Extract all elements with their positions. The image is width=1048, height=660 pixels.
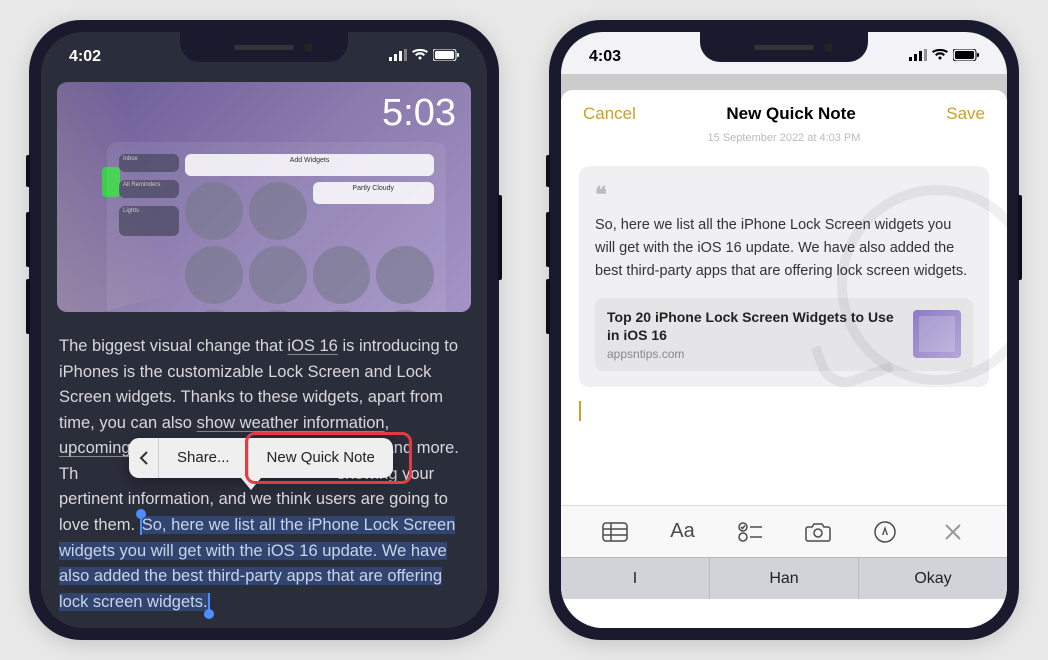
power-button xyxy=(1018,195,1022,280)
text-cursor xyxy=(579,401,581,421)
notch xyxy=(180,32,348,62)
phone-right: 4:03 Cancel New Quick Note Save 15 Septe… xyxy=(549,20,1019,640)
camera-icon[interactable] xyxy=(803,517,833,547)
widget-lights: Lights xyxy=(119,206,179,236)
wifi-icon xyxy=(412,48,428,66)
link-upcoming[interactable]: upcoming xyxy=(59,439,131,457)
keyboard-suggestions: I Han Okay xyxy=(561,557,1007,599)
link-preview[interactable]: Top 20 iPhone Lock Screen Widgets to Use… xyxy=(595,298,973,372)
note-toolbar: Aa xyxy=(561,505,1007,557)
article-hero-image: 5:03 Inbox All Reminders Lights Add Widg… xyxy=(57,82,471,312)
widget-circle xyxy=(313,246,371,304)
link-weather[interactable]: show weather information xyxy=(197,414,385,432)
note-date: 15 September 2022 at 4:03 PM xyxy=(561,132,1007,150)
widget-circle xyxy=(249,182,307,240)
screen-quick-note: 4:03 Cancel New Quick Note Save 15 Septe… xyxy=(561,32,1007,628)
widget-reminders: All Reminders xyxy=(119,180,179,198)
markup-icon[interactable] xyxy=(870,517,900,547)
widget-circle xyxy=(185,182,243,240)
widget-inbox: Inbox xyxy=(119,154,179,172)
quote-card: ❝ So, here we list all the iPhone Lock S… xyxy=(579,166,989,387)
volume-up xyxy=(26,212,30,267)
widget-add-widgets: Add Widgets xyxy=(185,154,434,176)
widget-circle xyxy=(185,310,243,313)
mute-switch xyxy=(546,155,550,187)
widget-circle xyxy=(249,246,307,304)
volume-down xyxy=(546,279,550,334)
selection-handle-end[interactable] xyxy=(208,593,210,611)
battery-icon xyxy=(953,48,979,66)
link-domain: appsntips.com xyxy=(607,347,901,361)
signal-icon xyxy=(909,48,927,66)
article-body[interactable]: The biggest visual change that iOS 16 is… xyxy=(41,320,487,628)
screen-article: 4:02 5:03 Inbox All Reminders Lights Add… xyxy=(41,32,487,628)
save-button[interactable]: Save xyxy=(946,104,985,124)
quick-note-modal: Cancel New Quick Note Save 15 September … xyxy=(561,90,1007,628)
note-editor[interactable]: ❝ So, here we list all the iPhone Lock S… xyxy=(561,150,1007,505)
widget-circle xyxy=(249,310,307,313)
side-buttons-left xyxy=(26,155,30,346)
link-thumbnail xyxy=(913,310,961,358)
highlight-annotation xyxy=(245,432,412,484)
status-time: 4:02 xyxy=(69,48,101,66)
phone-left: 4:02 5:03 Inbox All Reminders Lights Add… xyxy=(29,20,499,640)
widget-weather: Partly Cloudy xyxy=(313,182,435,204)
status-time: 4:03 xyxy=(589,48,621,66)
side-buttons-left xyxy=(546,155,550,346)
battery-icon xyxy=(433,48,459,66)
context-menu-share[interactable]: Share... xyxy=(159,438,249,478)
quote-icon: ❝ xyxy=(595,182,973,208)
hero-time: 5:03 xyxy=(382,92,456,135)
checklist-icon[interactable] xyxy=(735,517,765,547)
modal-nav-bar: Cancel New Quick Note Save xyxy=(561,90,1007,134)
table-icon[interactable] xyxy=(600,517,630,547)
widget-circle xyxy=(376,310,434,313)
power-button xyxy=(498,195,502,280)
volume-down xyxy=(26,279,30,334)
format-icon[interactable]: Aa xyxy=(667,517,697,547)
suggestion-3[interactable]: Okay xyxy=(859,558,1007,599)
widget-circle xyxy=(313,310,371,313)
suggestion-1[interactable]: I xyxy=(561,558,710,599)
status-icons xyxy=(389,48,459,66)
close-icon[interactable] xyxy=(938,517,968,547)
notch xyxy=(700,32,868,62)
suggestion-2[interactable]: Han xyxy=(710,558,859,599)
context-menu-back[interactable] xyxy=(129,438,159,478)
link-title: Top 20 iPhone Lock Screen Widgets to Use… xyxy=(607,308,901,346)
selection-handle-start[interactable] xyxy=(140,517,142,535)
quote-text: So, here we list all the iPhone Lock Scr… xyxy=(595,214,973,284)
wifi-icon xyxy=(932,48,948,66)
modal-title: New Quick Note xyxy=(726,104,855,124)
cancel-button[interactable]: Cancel xyxy=(583,104,636,124)
link-ios16[interactable]: iOS 16 xyxy=(287,337,337,355)
status-icons xyxy=(909,48,979,66)
signal-icon xyxy=(389,48,407,66)
widget-circle xyxy=(376,246,434,304)
mute-switch xyxy=(26,155,30,187)
widget-circle xyxy=(185,246,243,304)
volume-up xyxy=(546,212,550,267)
